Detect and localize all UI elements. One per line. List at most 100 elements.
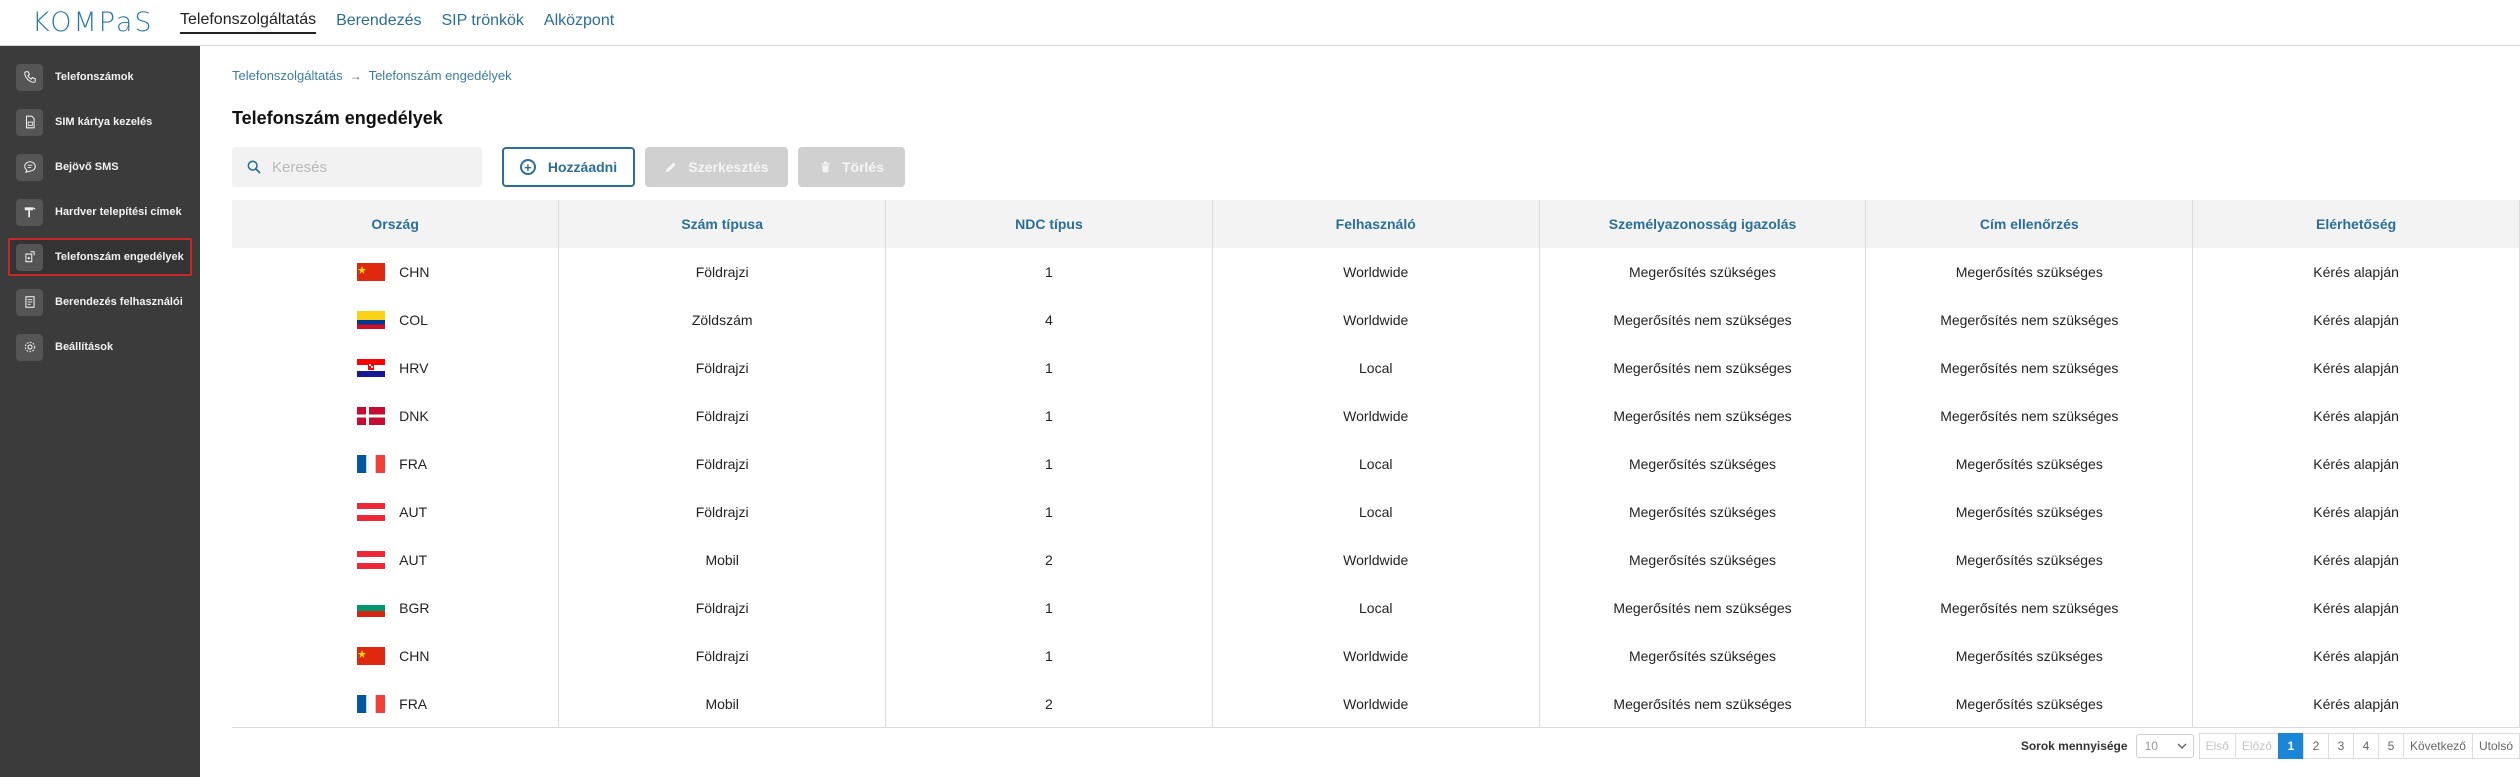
cell-country: CHN [232,248,560,296]
table-row[interactable]: COL Zöldszám 4 Worldwide Megerősítés nem szü… [232,296,2520,344]
cell-user: Worldwide [1212,296,1540,344]
table-row[interactable]: DNK Földrajzi 1 Worldwide Megerősítés nem sz… [232,392,2520,440]
flag-bgr-icon [357,599,386,617]
page-button-3[interactable]: 3 [2327,732,2354,759]
table-row[interactable]: CHN Földrajzi 1 Worldwide Megerősítés szüksé… [232,632,2520,680]
cell-address-verification: Megerősítés szükséges [1865,632,2194,680]
column-header-szam-tipusa[interactable]: Szám típusa [558,200,887,248]
sidebar-item-bejovo-sms[interactable]: Bejövő SMS [8,148,192,186]
rows-per-page-label: Sorok mennyisége [2020,738,2128,753]
country-code: CHN [399,648,430,664]
cell-country: FRA [232,680,560,728]
table-row[interactable]: AUT Mobil 2 Worldwide Megerősítés szükséges M… [232,536,2520,584]
column-header-szemelyazonossag[interactable]: Személyazonosság igazolás [1539,200,1867,248]
breadcrumb-parent[interactable]: Telefonszolgáltatás [232,68,343,83]
column-header-felhasznalo[interactable]: Felhasználó [1212,200,1540,248]
cell-user: Local [1212,344,1540,392]
cell-user: Worldwide [1212,392,1540,440]
cell-identity-verification: Megerősítés nem szükséges [1539,680,1867,728]
sidebar-item-hardver-telepitesi-cimek[interactable]: Hardver telepítési címek [8,193,192,231]
flag-aut-icon [357,503,386,521]
edit-button-label: Szerkesztés [688,159,769,175]
table-row[interactable]: FRA Mobil 2 Worldwide Megerősítés nem szüksé… [232,680,2520,728]
cell-country: CHN [232,632,560,680]
sidebar-item-telefonszam-engedelyek[interactable]: Telefonszám engedélyek [8,238,192,276]
table-row[interactable]: HRV Földrajzi 1 Local Megerősítés nem szüksé… [232,344,2520,392]
cell-country: FRA [232,440,560,488]
table-row[interactable]: AUT Földrajzi 1 Local Megerősítés szükséges M… [232,488,2520,536]
cell-identity-verification: Megerősítés szükséges [1539,440,1867,488]
sidebar-item-label: Berendezés felhasználói [55,296,183,308]
search-input[interactable] [272,158,462,176]
cell-user: Local [1212,488,1540,536]
sidebar-item-label: Bejövő SMS [55,161,119,173]
cell-country: AUT [232,536,560,584]
gear-icon [16,333,43,361]
next-page-button[interactable]: Következő [2402,732,2473,759]
kompas-logo[interactable]: KOMPaS [0,0,180,46]
first-page-button[interactable]: Első [2198,732,2236,759]
cell-address-verification: Megerősítés szükséges [1865,536,2194,584]
cell-availability: Kérés alapján [2192,632,2520,680]
cell-country: BGR [232,584,560,632]
sidebar-item-berendezes-felhasznaloi[interactable]: Berendezés felhasználói [8,283,192,321]
cell-identity-verification: Megerősítés nem szükséges [1539,392,1867,440]
top-nav-menu: Telefonszolgáltatás Berendezés SIP trönk… [180,0,634,46]
sidebar-item-sim-kartya[interactable]: SIM kártya kezelés [8,103,192,141]
country-code: BGR [399,600,430,616]
cell-number-type: Mobil [558,536,887,584]
sidebar-item-label: Beállítások [55,341,114,353]
column-header-ndc-tipus[interactable]: NDC típus [885,200,1213,248]
flag-chn-icon [357,263,386,281]
cell-identity-verification: Megerősítés szükséges [1539,488,1867,536]
topnav-item-telefonszolgaltatas[interactable]: Telefonszolgáltatás [180,11,317,34]
sidebar-item-telefonszamok[interactable]: Telefonszámok [8,58,192,96]
cell-address-verification: Megerősítés nem szükséges [1865,584,2194,632]
sidebar: Telefonszámok SIM kártya kezelés Bejövő … [0,46,200,777]
sidebar-item-beallitasok[interactable]: Beállítások [8,328,192,366]
pencil-icon [664,160,678,174]
cell-user: Worldwide [1212,680,1540,728]
cell-ndc-type: 1 [885,632,1213,680]
search-icon [247,160,261,174]
column-header-cim-ellenorzes[interactable]: Cím ellenőrzés [1865,200,2194,248]
cell-ndc-type: 2 [885,680,1213,728]
page-button-4[interactable]: 4 [2352,732,2379,759]
cell-availability: Kérés alapján [2192,680,2520,728]
cell-country: HRV [232,344,560,392]
table-row[interactable]: CHN Földrajzi 1 Worldwide Megerősítés szüksé… [232,248,2520,296]
breadcrumb: Telefonszolgáltatás → Telefonszám engedé… [232,68,512,83]
cell-number-type: Földrajzi [558,344,887,392]
topnav-item-sip-tronkok[interactable]: SIP trönkök [441,12,523,33]
delete-button-label: Törlés [841,159,884,175]
table-body: CHN Földrajzi 1 Worldwide Megerősítés szüksé… [232,248,2520,728]
table-row[interactable]: FRA Földrajzi 1 Local Megerősítés szükséges M… [232,440,2520,488]
add-button[interactable]: + Hozzáadni [502,147,635,187]
cell-user: Worldwide [1212,536,1540,584]
topnav-item-berendezes[interactable]: Berendezés [336,12,421,33]
last-page-button[interactable]: Utolsó [2471,732,2520,759]
cell-identity-verification: Megerősítés nem szükséges [1539,344,1867,392]
column-header-orszag[interactable]: Ország [232,200,560,248]
search-box [232,147,482,187]
topnav-item-alkozpont[interactable]: Alközpont [544,12,614,33]
table-row[interactable]: BGR Földrajzi 1 Local Megerősítés nem szüksé… [232,584,2520,632]
breadcrumb-current: Telefonszám engedélyek [368,68,512,83]
cell-number-type: Zöldszám [558,296,887,344]
cell-identity-verification: Megerősítés nem szükséges [1539,584,1867,632]
page-button-1[interactable]: 1 [2277,732,2304,759]
flag-hrv-icon [357,359,386,377]
cell-address-verification: Megerősítés szükséges [1865,440,2194,488]
phone-icon [16,63,43,91]
edit-button[interactable]: Szerkesztés [645,147,788,187]
delete-button[interactable]: Törlés [798,147,905,187]
previous-page-button[interactable]: Előző [2234,732,2279,759]
cell-ndc-type: 1 [885,344,1213,392]
rows-per-page-select[interactable]: 10 [2135,733,2194,758]
top-navigation: KOMPaS Telefonszolgáltatás Berendezés SI… [0,0,2520,46]
page-button-5[interactable]: 5 [2377,732,2404,759]
column-header-elerhetoseg[interactable]: Elérhetőség [2192,200,2520,248]
message-icon [16,153,43,181]
page-button-2[interactable]: 2 [2302,732,2329,759]
phone-permission-icon [16,243,43,271]
